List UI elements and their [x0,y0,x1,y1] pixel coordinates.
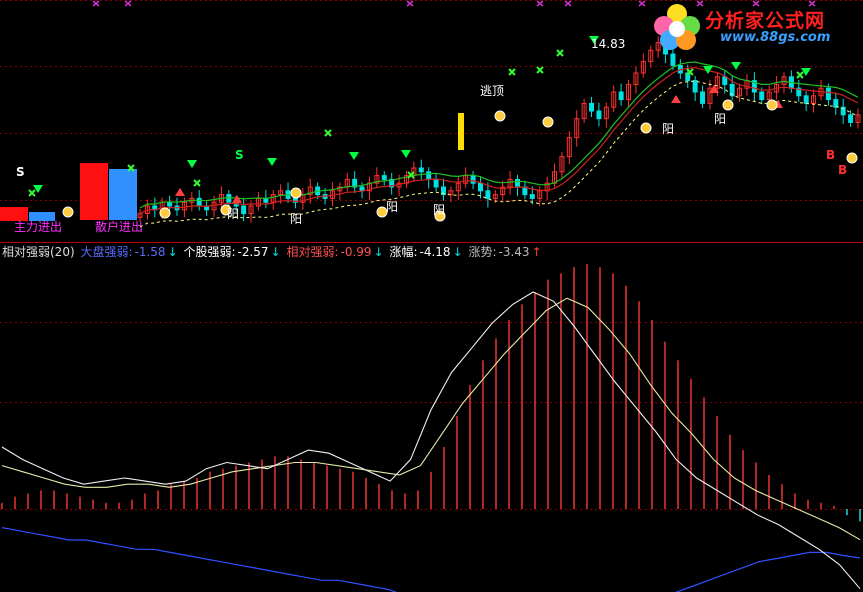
top-escape-label: 逃顶 [480,84,505,98]
retail-label: 散户进出 [95,220,144,234]
legend-relative-label: 相对强弱: [286,245,339,259]
legend-trend-label: 涨势: [468,245,497,259]
legend-stock-value: -2.57 [237,245,269,259]
yang-label: 阳 [290,212,303,226]
legend-market-value: -1.58 [134,245,166,259]
logo: 分析家公式网 www.88gs.com [650,2,855,50]
yang-label: 阳 [662,122,675,136]
chart-root: 分析家公式网 www.88gs.com 14.83 主力进出 散户进出 逃顶 阳… [0,0,863,592]
flower-logo-icon [654,4,700,50]
sell-signal-s: S [16,165,25,179]
buy-signal-b: B [826,148,836,162]
buy-signal-b: B [838,163,848,177]
legend-change-label: 涨幅: [389,245,418,259]
indicator-panel [0,242,863,592]
yang-label: 阳 [433,203,446,217]
main-force-label: 主力进出 [14,220,63,234]
yang-label: 阳 [227,207,240,221]
indicator-legend: 相对强弱(20) 大盘强弱: -1.58 ↓ 个股强弱: -2.57 ↓ 相对强弱: -0… [2,245,544,259]
yang-label: 阳 [386,200,399,214]
legend-stock-label: 个股强弱: [183,245,236,259]
logo-name: 分析家公式网 [705,10,826,32]
legend-market-arrow: ↓ [167,245,178,259]
sell-signal-s: S [235,148,244,162]
legend-trend-value: -3.43 [498,245,530,259]
legend-relative-arrow: ↓ [373,245,384,259]
legend-change-arrow: ↓ [452,245,463,259]
legend-market-label: 大盘强弱: [80,245,133,259]
high-price-label: 14.83 [591,37,626,51]
legend-change-value: -4.18 [419,245,451,259]
market-strength-line [1,527,861,592]
legend-stock-arrow: ↓ [270,245,281,259]
logo-url: www.88gs.com [720,30,831,45]
legend-trend-arrow: ↑ [531,245,542,259]
legend-title: 相对强弱(20) [2,245,75,259]
yang-label: 阳 [714,112,727,126]
legend-relative-value: -0.99 [340,245,372,259]
stock-strength-line [1,291,861,590]
